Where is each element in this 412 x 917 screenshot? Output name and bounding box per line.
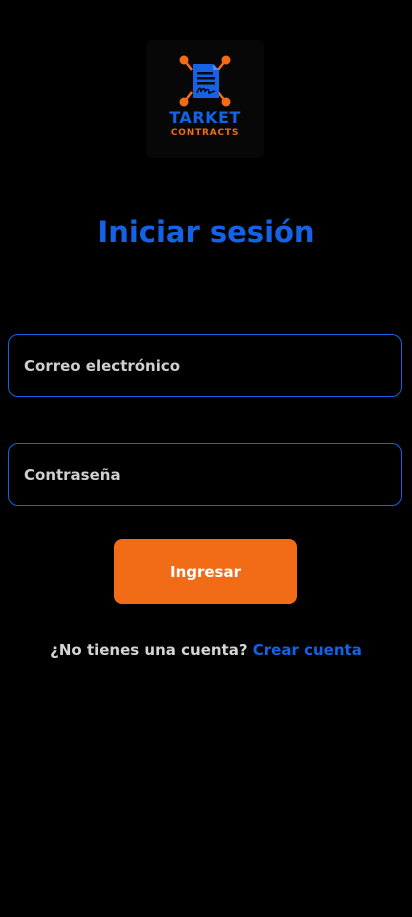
- app-logo: TARKET CONTRACTS: [146, 40, 264, 158]
- brand-subtitle: CONTRACTS: [170, 128, 240, 138]
- signed-document-icon: [179, 55, 231, 107]
- brand-name: TARKET: [169, 108, 241, 127]
- email-field[interactable]: [9, 335, 401, 396]
- create-account-link[interactable]: Crear cuenta: [253, 641, 362, 659]
- page-title: Iniciar sesión: [97, 215, 315, 249]
- email-field-container: [8, 334, 402, 397]
- signup-prompt: ¿No tienes una cuenta?: [50, 641, 248, 659]
- signup-row: ¿No tienes una cuenta? Crear cuenta: [0, 639, 412, 661]
- password-field-container: [8, 443, 402, 506]
- login-button[interactable]: Ingresar: [114, 539, 297, 604]
- password-field[interactable]: [9, 444, 401, 505]
